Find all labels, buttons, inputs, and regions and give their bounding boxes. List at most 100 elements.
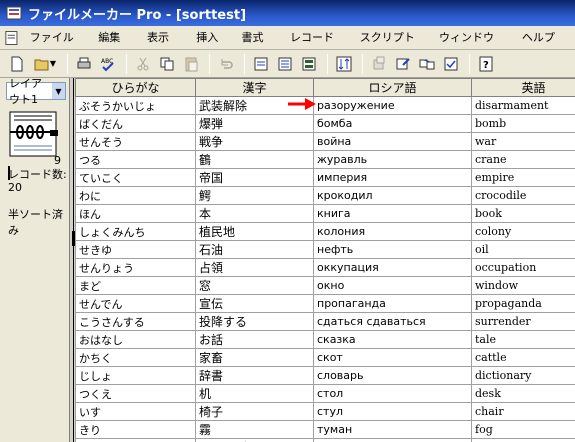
scriptmaker-button[interactable] — [368, 53, 390, 75]
cell-kanji[interactable]: 辞書 — [195, 366, 314, 385]
table-row[interactable]: せんそう 戦争 война war — [75, 132, 575, 151]
table-row[interactable]: かちく 家畜 скот cattle — [75, 348, 575, 367]
table-row[interactable]: こうさんする 投降する сдаться сдаваться surrender — [75, 312, 575, 331]
table-row[interactable]: せきゆ 石油 нефть oil — [75, 240, 575, 259]
find-mode-button[interactable] — [274, 53, 296, 75]
cell-english[interactable]: desk — [471, 384, 575, 403]
cell-hiragana[interactable]: まど — [75, 276, 196, 295]
browse-mode-button[interactable] — [250, 53, 272, 75]
cell-english[interactable]: occupation — [471, 258, 575, 277]
table-row[interactable]: せんでん 宣伝 пропаганда propaganda — [75, 294, 575, 313]
cell-english[interactable]: crane — [471, 150, 575, 169]
menu-file[interactable]: ファイル(F) — [23, 28, 91, 64]
cell-russian[interactable]: словарь — [313, 366, 472, 385]
menu-insert[interactable]: 挿入(I) — [189, 28, 234, 64]
cell-russian[interactable]: колония — [313, 222, 472, 241]
relationships-button[interactable] — [416, 53, 438, 75]
cell-kanji[interactable]: お話 — [195, 330, 314, 349]
table-row[interactable]: しょくみんち 植民地 колония colony — [75, 222, 575, 241]
cell-russian[interactable]: сдаться сдаваться — [313, 312, 472, 331]
table-row[interactable]: ていこく 帝国 империя empire — [75, 168, 575, 187]
cell-english[interactable]: fog — [471, 420, 575, 439]
cell-russian[interactable]: окно — [313, 276, 472, 295]
spellcheck-button[interactable]: ABC — [97, 53, 119, 75]
cell-kanji[interactable]: 占領 — [195, 258, 314, 277]
table-row[interactable]: おはなし お話 сказка tale — [75, 330, 575, 349]
cell-hiragana[interactable]: おはなし — [75, 330, 196, 349]
cell-russian[interactable]: пропаганда — [313, 294, 472, 313]
table-row[interactable]: じしょ 辞書 словарь dictionary — [75, 366, 575, 385]
cell-kanji[interactable]: 霧 — [195, 420, 314, 439]
cell-hiragana[interactable]: せんりょう — [75, 258, 196, 277]
table-row[interactable]: わに鰐 крокодил crocodile — [75, 186, 575, 205]
cell-hiragana[interactable]: いす — [75, 402, 196, 421]
cell-hiragana[interactable]: ていこく — [75, 168, 196, 187]
layout-mode-button[interactable] — [298, 53, 320, 75]
cell-kanji[interactable]: 植民地 — [195, 222, 314, 241]
cut-button[interactable] — [132, 53, 154, 75]
cell-russian[interactable]: стул — [313, 402, 472, 421]
table-row[interactable]: ばくだん 爆弾 бомба bomb — [75, 114, 575, 133]
table-row[interactable]: せんりょう 占領 оккупация occupation — [75, 258, 575, 277]
table-row[interactable]: ほん本 книга book — [75, 204, 575, 223]
cell-russian[interactable]: разоружение — [313, 96, 472, 115]
cell-english[interactable]: window — [471, 276, 575, 295]
cell-hiragana[interactable]: はりねずみ — [75, 438, 196, 442]
filemaker-app-icon[interactable] — [6, 5, 22, 21]
cell-kanji[interactable]: 机 — [195, 384, 314, 403]
help-button[interactable]: ? — [475, 53, 497, 75]
cell-russian[interactable]: ёжик — [313, 438, 472, 442]
cell-hiragana[interactable]: つくえ — [75, 384, 196, 403]
menu-scripts[interactable]: スクリプト(S) — [353, 28, 432, 64]
table-row[interactable]: いす 椅子 стул chair — [75, 402, 575, 421]
table-row[interactable]: つくえ机 стол desk — [75, 384, 575, 403]
document-menu-icon[interactable] — [4, 30, 19, 46]
print-button[interactable] — [73, 53, 95, 75]
menu-edit[interactable]: 編集(E) — [91, 28, 140, 64]
record-book-icon[interactable] — [8, 108, 60, 164]
cell-english[interactable]: chair — [471, 402, 575, 421]
column-header-kanji[interactable]: 漢字 — [195, 78, 314, 97]
cell-kanji[interactable]: 石油 — [195, 240, 314, 259]
chevron-down-icon[interactable]: ▼ — [52, 83, 65, 99]
column-header-russian[interactable]: ロシア語 — [313, 78, 472, 97]
column-header-english[interactable]: 英語 — [471, 78, 575, 97]
cell-english[interactable]: surrender — [471, 312, 575, 331]
cell-kanji[interactable]: 鰐 — [195, 186, 314, 205]
undo-button[interactable] — [215, 53, 237, 75]
cell-kanji[interactable]: 椅子 — [195, 402, 314, 421]
cell-english[interactable]: oil — [471, 240, 575, 259]
cell-kanji[interactable]: 投降する — [195, 312, 314, 331]
cell-english[interactable]: disarmament — [471, 96, 575, 115]
cell-hiragana[interactable]: わに — [75, 186, 196, 205]
menu-window[interactable]: ウィンドウ(W) — [432, 28, 515, 64]
cell-russian[interactable]: стол — [313, 384, 472, 403]
cell-kanji[interactable]: 鶴 — [195, 150, 314, 169]
cell-hiragana[interactable]: ほん — [75, 204, 196, 223]
cell-russian[interactable]: журавль — [313, 150, 472, 169]
table-row[interactable]: ぶそうかいじょ 武装解除 разоружение disarmament — [75, 96, 575, 115]
cell-russian[interactable]: оккупация — [313, 258, 472, 277]
cell-kanji[interactable]: 戦争 — [195, 132, 314, 151]
table-row[interactable]: まど窓 окно window — [75, 276, 575, 295]
cell-english[interactable]: empire — [471, 168, 575, 187]
cell-hiragana[interactable]: せきゆ — [75, 240, 196, 259]
cell-russian[interactable]: война — [313, 132, 472, 151]
current-record-number[interactable]: 9 — [54, 154, 61, 167]
menu-format[interactable]: 書式(T) — [235, 28, 284, 64]
cell-russian[interactable]: крокодил — [313, 186, 472, 205]
cell-kanji[interactable]: 本 — [195, 204, 314, 223]
define-fields-button[interactable] — [392, 53, 414, 75]
cell-english[interactable]: dictionary — [471, 366, 575, 385]
copy-button[interactable] — [156, 53, 178, 75]
column-header-hiragana[interactable]: ひらがな — [75, 78, 196, 97]
cell-english[interactable]: bomb — [471, 114, 575, 133]
cell-english[interactable]: tale — [471, 330, 575, 349]
cell-russian[interactable]: туман — [313, 420, 472, 439]
layout-dropdown[interactable]: レイアウト1 ▼ — [6, 77, 66, 106]
cell-hiragana[interactable]: かちく — [75, 348, 196, 367]
cell-english[interactable]: crocodile — [471, 186, 575, 205]
cell-kanji[interactable]: ハリネズミ — [195, 438, 314, 442]
cell-english[interactable]: hedgehog — [471, 438, 575, 442]
cell-english[interactable]: war — [471, 132, 575, 151]
